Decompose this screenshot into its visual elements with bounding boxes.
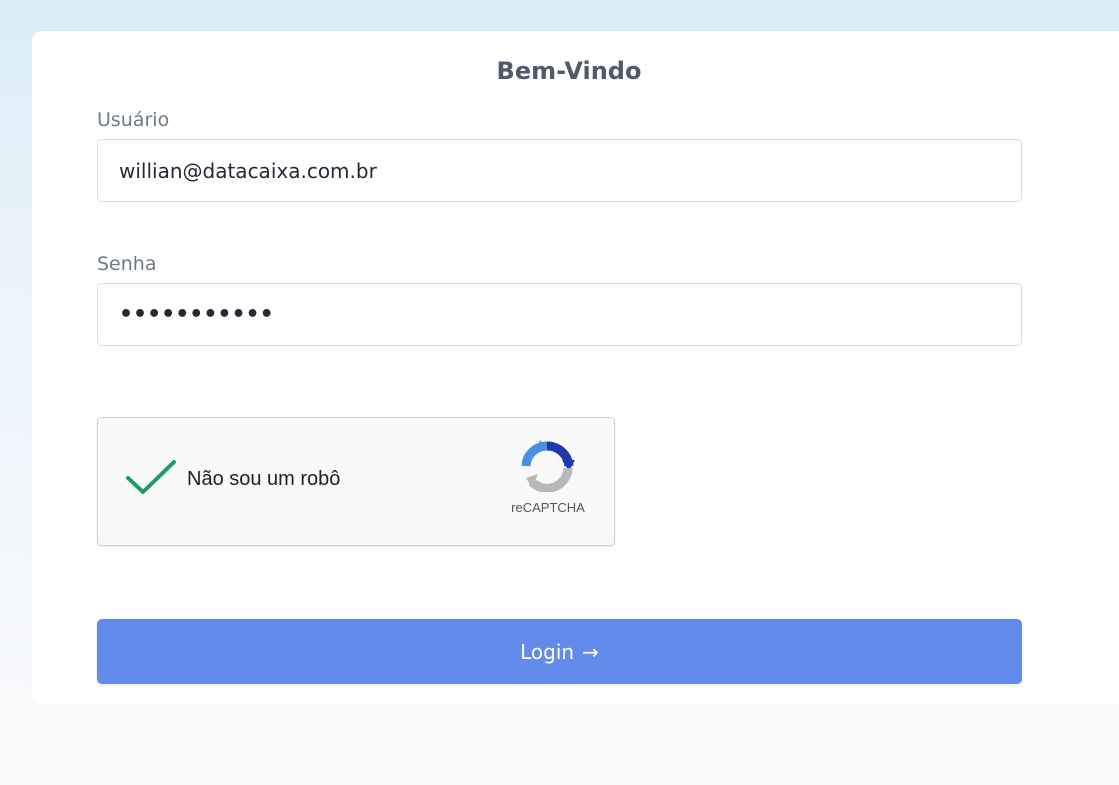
page-background-band <box>0 700 1119 785</box>
user-input-value: willian@datacaixa.com.br <box>119 158 377 183</box>
recaptcha-brand: reCAPTCHA <box>511 500 585 515</box>
login-button-label: Login <box>520 639 575 664</box>
login-button[interactable]: Login → <box>97 619 1022 684</box>
recaptcha-widget: Não sou um robô reCAPTCHA <box>97 417 615 546</box>
user-label: Usuário <box>97 109 170 131</box>
recaptcha-logo-icon <box>521 440 575 492</box>
checkmark-icon[interactable] <box>125 458 177 498</box>
recaptcha-checkbox-label: Não sou um robô <box>187 468 341 490</box>
password-input[interactable]: ••••••••••• <box>97 283 1022 346</box>
user-input[interactable]: willian@datacaixa.com.br <box>97 139 1022 202</box>
page-title: Bem-Vindo <box>496 57 642 85</box>
password-label: Senha <box>97 253 157 275</box>
arrow-right-icon: → <box>582 639 599 664</box>
login-card: Bem-Vindo Usuário willian@datacaixa.com.… <box>32 31 1119 703</box>
password-input-value: ••••••••••• <box>119 302 274 327</box>
